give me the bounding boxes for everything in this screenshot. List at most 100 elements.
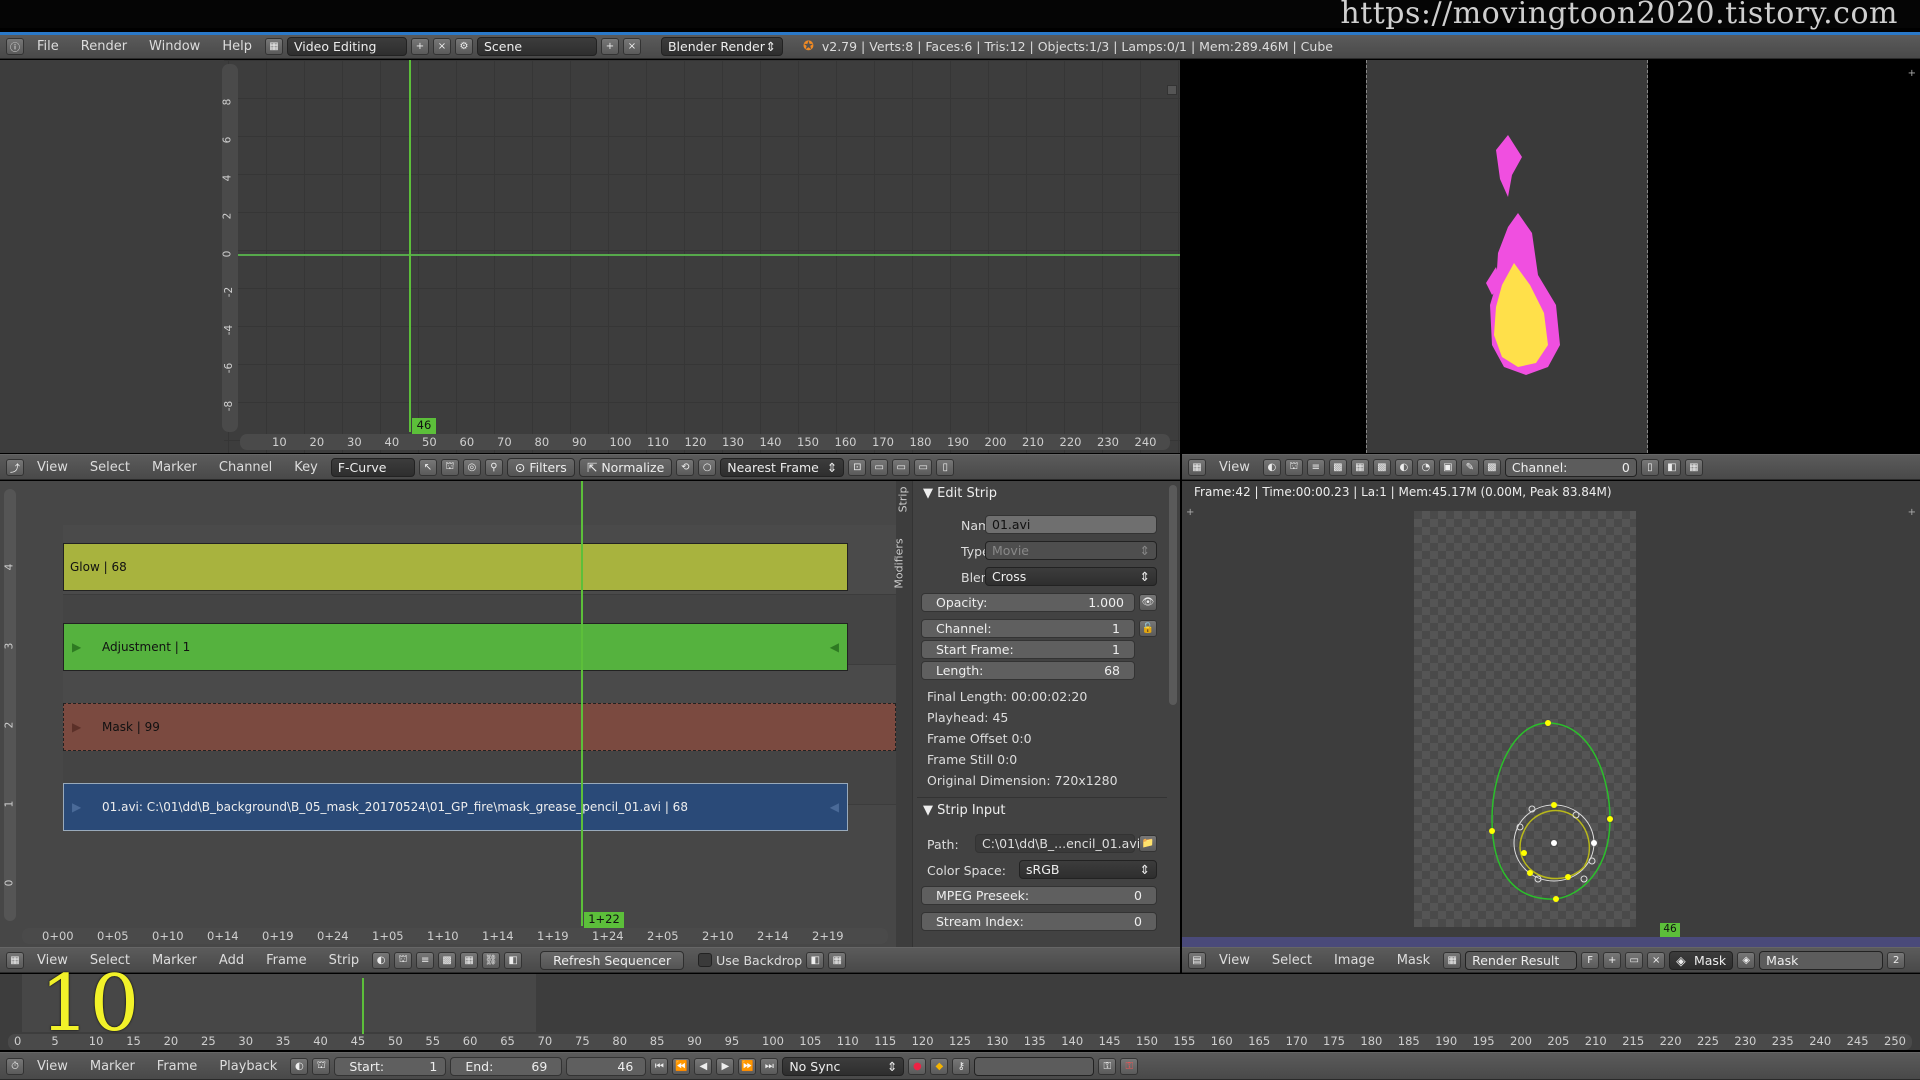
strip-movie[interactable]: ▶ 01.avi: C:\01\dd\B_background\B_05_mas… — [63, 783, 848, 831]
record-icon[interactable]: ● — [908, 1057, 927, 1075]
graph-menu-marker[interactable]: Marker — [143, 460, 206, 475]
auto-snap-icon[interactable]: ○ — [698, 458, 717, 476]
keyframe-icon[interactable]: ⚷ — [952, 1057, 971, 1075]
stream-index-field[interactable]: Stream Index: 0 — [921, 912, 1157, 931]
mpeg-preseek-field[interactable]: MPEG Preseek: 0 — [921, 886, 1157, 905]
lock-icon[interactable]: ⛫ — [440, 458, 459, 476]
chain-icon[interactable]: ⛓ — [482, 951, 501, 969]
render-anim-icon[interactable]: ▦ — [828, 951, 847, 969]
paste-flipped-icon[interactable]: ▭ — [914, 458, 933, 476]
mask-users-count[interactable]: 2 — [1887, 951, 1906, 969]
scene-icon[interactable]: ⚙ — [454, 38, 473, 55]
snap-select[interactable]: Nearest Frame ⇕ — [720, 457, 845, 477]
tl-menu-marker[interactable]: Marker — [81, 1059, 144, 1074]
play-reverse-icon[interactable]: ◀ — [694, 1057, 713, 1075]
menu-help[interactable]: Help — [213, 39, 261, 54]
blend-select[interactable]: Cross ⇕ — [985, 567, 1157, 586]
img-menu-mask[interactable]: Mask — [1388, 953, 1439, 968]
mask-browse-icon[interactable]: ◈ — [1737, 951, 1756, 969]
preview-editor-type-icon[interactable]: ▦ — [1188, 458, 1206, 476]
graph-mode-select[interactable]: F-Curve — [330, 457, 415, 477]
strip-handle-left-icon[interactable]: ▶ — [72, 800, 81, 814]
channel-scrollbar[interactable] — [4, 489, 16, 921]
image-editor-type-icon[interactable]: ▤ — [1188, 951, 1206, 969]
seq-menu-strip[interactable]: Strip — [320, 953, 369, 968]
panel-scrollbar[interactable] — [1169, 485, 1177, 705]
timeline-editor-type-icon[interactable]: ⏱ — [6, 1057, 24, 1075]
sequencer-view-icon[interactable]: ≡ — [416, 951, 435, 969]
jump-end-icon[interactable]: ⏭ — [760, 1057, 779, 1075]
seq-preview-icon[interactable]: ▦ — [460, 951, 479, 969]
corner-widget-icon[interactable] — [1167, 85, 1177, 95]
seq-menu-marker[interactable]: Marker — [143, 953, 206, 968]
lock-icon[interactable]: ⛫ — [312, 1057, 331, 1075]
use-backdrop-checkbox[interactable] — [698, 953, 713, 967]
tab-modifiers[interactable]: Modifiers — [893, 538, 906, 588]
current-frame-input[interactable]: 46 — [566, 1056, 647, 1076]
pivot-point-icon[interactable]: ⊡ — [848, 458, 867, 476]
open-image-icon[interactable]: ▭ — [1625, 951, 1644, 969]
unlink-image-icon[interactable]: × — [1647, 951, 1666, 969]
checker-icon[interactable]: ▩ — [1482, 458, 1501, 476]
strip-mask[interactable]: ▶ Mask | 99 — [63, 703, 896, 751]
preview-view-icon[interactable]: ▩ — [438, 951, 457, 969]
alpha-icon[interactable]: ◐ — [1394, 458, 1413, 476]
cursor-icon[interactable]: ↖ — [418, 458, 437, 476]
render-still-icon[interactable]: ◧ — [1662, 458, 1681, 476]
name-field[interactable]: 01.avi — [985, 515, 1157, 534]
play-icon[interactable]: ▶ — [716, 1057, 735, 1075]
graph-menu-select[interactable]: Select — [81, 460, 139, 475]
filters-button[interactable]: ⊙ Filters — [506, 457, 575, 477]
tl-menu-view[interactable]: View — [28, 1059, 77, 1074]
tl-menu-playback[interactable]: Playback — [210, 1059, 286, 1074]
start-frame-field[interactable]: Start Frame: 1 — [921, 640, 1135, 659]
preview-range-icon[interactable]: ◐ — [290, 1057, 309, 1075]
timeline-playhead[interactable] — [362, 978, 364, 1034]
remove-layout-icon[interactable]: × — [432, 38, 451, 55]
safe-areas-icon[interactable]: ▣ — [1438, 458, 1457, 476]
keying-set-select[interactable] — [974, 1056, 1095, 1076]
mute-eye-icon[interactable]: 👁 — [1139, 594, 1157, 611]
channels-icon[interactable]: ▩ — [1372, 458, 1391, 476]
delete-key-icon[interactable]: ⚿ — [1120, 1057, 1139, 1075]
tl-menu-frame[interactable]: Frame — [148, 1059, 207, 1074]
pivot-icon[interactable]: ◎ — [462, 458, 481, 476]
graph-editor-type-icon[interactable]: ⤴ — [6, 458, 24, 476]
sequencer-playhead[interactable] — [581, 481, 583, 926]
strip-handle-left-icon[interactable]: ▶ — [72, 720, 81, 734]
fake-user-button[interactable]: F — [1581, 951, 1600, 969]
strip-input-header[interactable]: ▼ Strip Input — [923, 803, 1006, 818]
lock-icon[interactable]: 🔓 — [1139, 620, 1157, 637]
folder-icon[interactable]: 📁 — [1139, 835, 1157, 852]
lock-icon[interactable]: ⛫ — [1284, 458, 1303, 476]
overlay-icon[interactable]: ◐ — [372, 951, 391, 969]
refresh-sequencer-button[interactable]: Refresh Sequencer — [540, 950, 685, 970]
length-field[interactable]: Length: 68 — [921, 661, 1135, 680]
keying-set-icon[interactable]: ◆ — [930, 1057, 949, 1075]
add-image-icon[interactable]: + — [1603, 951, 1622, 969]
image-select[interactable]: Render Result — [1465, 950, 1578, 970]
sequencer-mode-icon[interactable]: ≡ — [1306, 458, 1325, 476]
normalize-button[interactable]: ⇱ Normalize — [578, 457, 673, 477]
graph-editor-area[interactable]: 46 — [0, 60, 1180, 453]
strip-handle-left-icon[interactable]: ▶ — [72, 640, 81, 654]
screen-layout-select[interactable]: Video Editing — [286, 37, 407, 56]
end-frame-input[interactable]: End: 69 — [450, 1056, 563, 1076]
zebra-icon[interactable]: ◔ — [1416, 458, 1435, 476]
graph-menu-view[interactable]: View — [28, 460, 77, 475]
checker-icon[interactable]: ▩ — [1328, 458, 1347, 476]
seq-menu-frame[interactable]: Frame — [257, 953, 316, 968]
strip-handle-right-icon[interactable]: ◀ — [830, 640, 839, 654]
img-menu-select[interactable]: Select — [1263, 953, 1321, 968]
preview-menu-view[interactable]: View — [1210, 460, 1259, 475]
refresh-icon[interactable]: ⟲ — [676, 458, 695, 476]
graph-playhead[interactable] — [409, 60, 411, 432]
sync-select[interactable]: No Sync ⇕ — [782, 1056, 905, 1076]
strip-glow[interactable]: Glow | 68 — [63, 543, 848, 591]
ghost-curves-icon[interactable]: ▯ — [936, 458, 955, 476]
graph-menu-channel[interactable]: Channel — [210, 460, 281, 475]
edit-strip-header[interactable]: ▼ Edit Strip — [923, 486, 997, 501]
seq-menu-add[interactable]: Add — [210, 953, 253, 968]
snap-icon[interactable]: ◧ — [504, 951, 523, 969]
mask-select[interactable]: Mask — [1759, 950, 1884, 970]
